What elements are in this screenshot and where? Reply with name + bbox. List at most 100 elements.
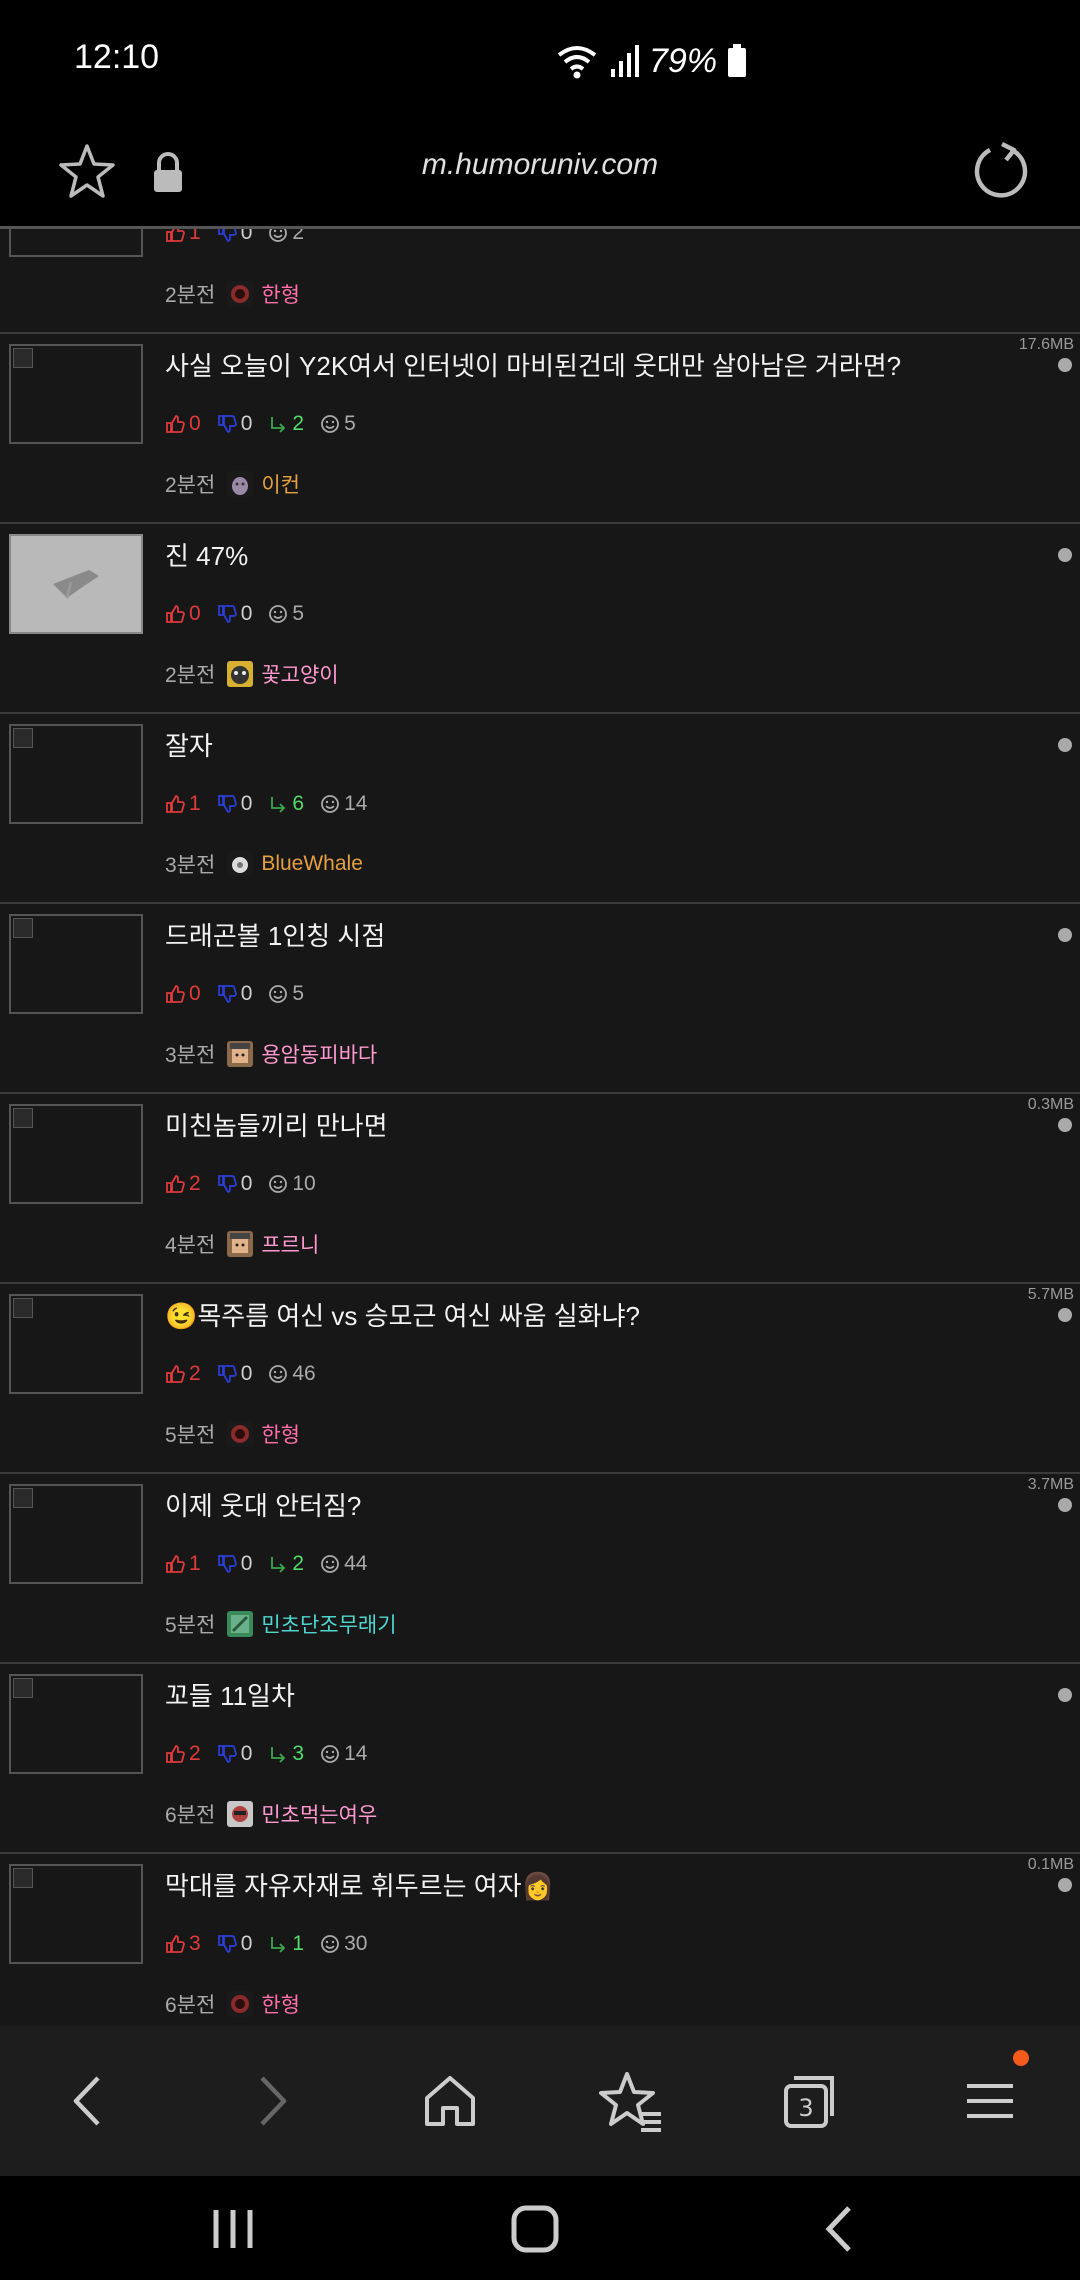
menu-icon[interactable] [955, 2066, 1025, 2136]
post-thumbnail[interactable] [9, 1864, 143, 1964]
thumbs-down-icon [217, 1175, 237, 1193]
broken-image-icon [13, 1868, 33, 1888]
post-stats: 2 0 46 [165, 1362, 332, 1386]
post-list[interactable]: 1 0 2 2분전 한형 17.6MB 사실 오늘이 Y2K여서 인터넷이 마비… [0, 229, 1080, 2026]
author-name[interactable]: 한형 [261, 1419, 300, 1449]
upvote-count: 0 [165, 982, 201, 1006]
post-row[interactable]: 진 47% 0 0 5 2분전 꽃고양이 [0, 524, 1080, 714]
thumbs-down-icon [217, 795, 237, 813]
broken-image-icon [13, 1108, 33, 1128]
post-thumbnail[interactable] [9, 1484, 143, 1584]
post-thumbnail[interactable] [9, 1294, 143, 1394]
post-meta: 2분전 이컨 [165, 469, 300, 499]
post-row[interactable]: 드래곤볼 1인칭 시점 0 0 5 3분전 용암동피바다 0.3MB [0, 904, 1080, 1113]
system-nav [0, 2176, 1080, 2280]
refresh-icon[interactable] [968, 138, 1034, 204]
author-name[interactable]: BlueWhale [261, 852, 363, 876]
share-count: 6 [268, 792, 304, 816]
author-name[interactable]: 프르니 [261, 1229, 319, 1259]
size-label: 5.7MB [1027, 1286, 1074, 1303]
post-title[interactable]: 진 47% [165, 536, 248, 573]
post-thumbnail[interactable] [9, 1104, 143, 1204]
post-thumbnail[interactable] [9, 229, 143, 257]
unread-dot [1058, 358, 1072, 372]
downvote-count: 0 [217, 1172, 252, 1196]
recent-apps-icon[interactable] [198, 2194, 268, 2264]
post-row[interactable]: 미친놈들끼리 만나면 2 0 10 4분전 프르니 5.7MB [0, 1094, 1080, 1303]
post-meta: 6분전 민초먹는여우 [165, 1799, 377, 1829]
post-title[interactable]: 사실 오늘이 Y2K여서 인터넷이 마비된건데 웃대만 살아남은 거라면? [165, 346, 901, 383]
author-name[interactable]: 한형 [261, 279, 300, 309]
svg-text:3: 3 [798, 2094, 813, 2122]
post-row[interactable]: 잘자 1 0 6 14 3분전 BlueWhale [0, 714, 1080, 904]
post-row[interactable]: 이제 웃대 안터짐? 1 0 2 44 5분전 민초단조무래기 [0, 1474, 1080, 1664]
author-name[interactable]: 용암동피바다 [261, 1039, 377, 1069]
view-count: 10 [268, 1172, 316, 1196]
post-stats: 1 0 6 14 [165, 792, 383, 816]
post-stats: 3 0 1 30 [165, 1932, 383, 1956]
broken-image-icon [13, 1488, 33, 1508]
author-name[interactable]: 한형 [261, 1989, 300, 2019]
post-title[interactable]: 이제 웃대 안터짐? [165, 1486, 361, 1523]
post-meta: 5분전 한형 [165, 1419, 300, 1449]
view-count: 44 [320, 1552, 367, 1576]
downvote-count: 0 [217, 1362, 252, 1386]
bookmarks-icon[interactable] [595, 2066, 665, 2136]
author-avatar [227, 1421, 254, 1447]
post-thumbnail[interactable] [9, 344, 143, 444]
view-count: 2 [268, 229, 304, 245]
upvote-count: 2 [165, 1362, 201, 1386]
post-row[interactable]: 😉목주름 여신 vs 승모근 여신 싸움 실화냐? 2 0 46 5분전 한형 3.7MB [0, 1284, 1080, 1493]
upvote-count: 2 [165, 1172, 201, 1196]
thumbs-down-icon [217, 1745, 237, 1763]
status-bar: 12:10 79% [0, 0, 1080, 120]
post-row[interactable]: 꼬들 11일차 2 0 3 14 6분전 민초먹는여우 0.1MB [0, 1664, 1080, 1873]
post-thumbnail[interactable] [9, 1674, 143, 1774]
clock: 12:10 [74, 38, 160, 76]
unread-dot [1058, 548, 1072, 562]
thumbs-up-icon [166, 1935, 185, 1953]
post-thumbnail[interactable] [9, 534, 143, 634]
thumbs-down-icon [217, 1935, 237, 1953]
broken-image-icon [13, 728, 33, 748]
broken-image-icon [13, 348, 33, 368]
post-row[interactable]: 사실 오늘이 Y2K여서 인터넷이 마비된건데 웃대만 살아남은 거라면? 0 0 2… [0, 334, 1080, 524]
thumbs-up-icon [166, 229, 185, 242]
size-label: 0.3MB [1027, 1096, 1074, 1113]
thumbs-up-icon [166, 1365, 185, 1383]
post-row[interactable]: 막대를 자유자재로 휘두르는 여자👩 3 0 1 30 6분전 한형 [0, 1854, 1080, 2026]
size-label: 0.1MB [1027, 1856, 1074, 1873]
tabs-icon[interactable]: 3 [774, 2066, 844, 2136]
post-title[interactable]: 😉목주름 여신 vs 승모근 여신 싸움 실화냐? [165, 1296, 640, 1333]
share-arrow-icon [271, 797, 286, 813]
post-title[interactable]: 꼬들 11일차 [165, 1676, 295, 1713]
post-thumbnail[interactable] [9, 914, 143, 1014]
forward-arrow-icon[interactable] [236, 2066, 306, 2136]
view-count: 5 [268, 982, 304, 1006]
post-time: 6분전 [165, 1994, 216, 2017]
unread-dot [1058, 1118, 1072, 1132]
smiley-icon [321, 795, 339, 813]
thumbs-up-icon [166, 985, 185, 1003]
post-title[interactable]: 드래곤볼 1인칭 시점 [165, 916, 385, 953]
wifi-icon [557, 46, 597, 79]
post-title[interactable]: 막대를 자유자재로 휘두르는 여자👩 [165, 1866, 554, 1903]
unread-dot [1058, 1688, 1072, 1702]
post-time: 2분전 [165, 664, 216, 687]
author-name[interactable]: 꽃고양이 [261, 659, 338, 689]
unread-dot [1058, 928, 1072, 942]
smiley-icon [321, 415, 339, 433]
author-name[interactable]: 민초먹는여우 [261, 1799, 377, 1829]
home-icon[interactable] [415, 2066, 485, 2136]
system-back-icon[interactable] [805, 2194, 875, 2264]
author-name[interactable]: 이컨 [261, 469, 300, 499]
address-bar[interactable]: m.humoruniv.com [0, 148, 1080, 182]
post-title[interactable]: 잘자 [165, 726, 213, 763]
author-name[interactable]: 민초단조무래기 [261, 1609, 396, 1639]
downvote-count: 0 [217, 602, 252, 626]
post-thumbnail[interactable] [9, 724, 143, 824]
home-button-icon[interactable] [500, 2194, 570, 2264]
post-title[interactable]: 미친놈들끼리 만나면 [165, 1106, 388, 1143]
list-item[interactable]: 1 0 2 2분전 한형 17.6MB [0, 229, 1080, 353]
back-arrow-icon[interactable] [54, 2066, 124, 2136]
